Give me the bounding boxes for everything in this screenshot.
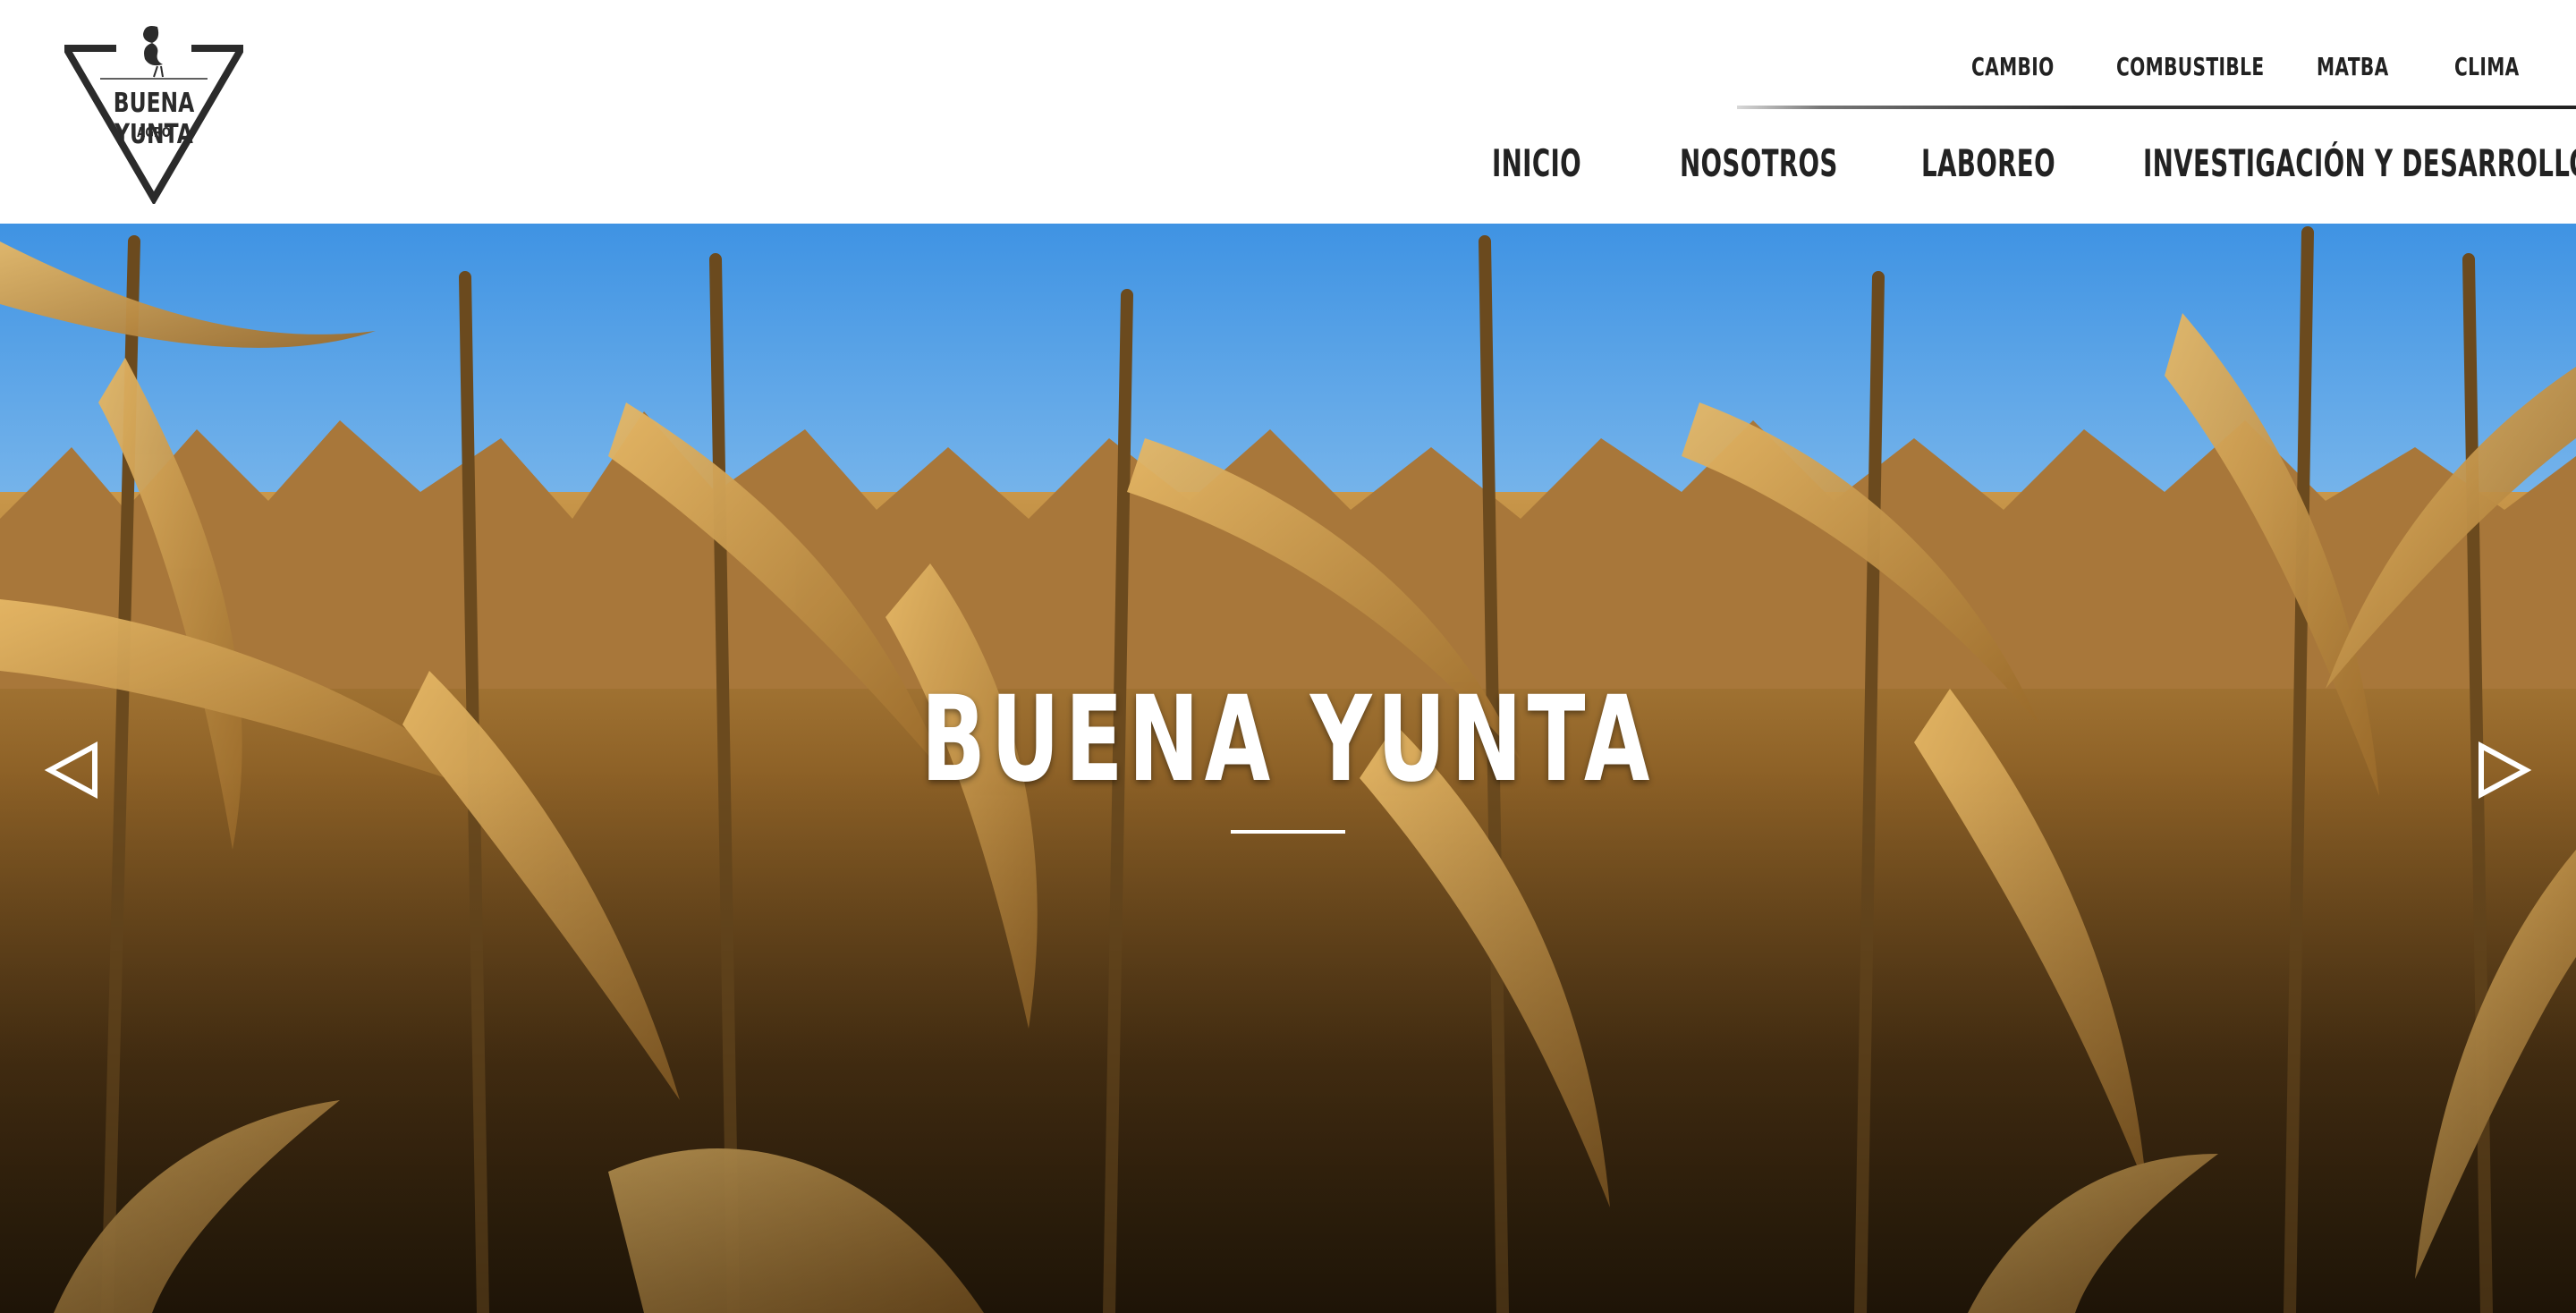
logo-name: BUENA YUNTA <box>113 88 195 150</box>
utility-link-combustible[interactable]: COMBUSTIBLE <box>2116 52 2264 81</box>
hero-title-underline <box>1231 830 1345 834</box>
site-header: BUENA YUNTA AGRO CAMBIO COMBUSTIBLE MATB… <box>0 0 2576 224</box>
nav-divider <box>1737 106 2576 109</box>
nav-item-nosotros[interactable]: NOSOTROS <box>1680 141 1838 185</box>
nav-item-inicio[interactable]: INICIO <box>1492 141 1581 185</box>
site-logo[interactable]: BUENA YUNTA AGRO <box>60 16 248 206</box>
nav-item-investigacion[interactable]: INVESTIGACIÓN Y DESARROLLO <box>2143 141 2576 185</box>
utility-link-cambio[interactable]: CAMBIO <box>1971 52 2055 81</box>
slider-next-button[interactable] <box>2472 739 2535 801</box>
utility-link-clima[interactable]: CLIMA <box>2454 52 2520 81</box>
triangle-left-icon <box>44 741 97 800</box>
hero-title: BUENA YUNTA <box>920 671 1656 809</box>
triangle-right-icon <box>2479 741 2532 800</box>
nav-item-laboreo[interactable]: LABOREO <box>1921 141 2055 185</box>
logo-subtitle: AGRO <box>137 124 171 140</box>
slider-prev-button[interactable] <box>41 739 104 801</box>
hero-slider: BUENA YUNTA <box>0 224 2576 1313</box>
page: BUENA YUNTA AGRO CAMBIO COMBUSTIBLE MATB… <box>0 0 2576 1313</box>
utility-link-matba[interactable]: MATBA <box>2317 52 2389 81</box>
